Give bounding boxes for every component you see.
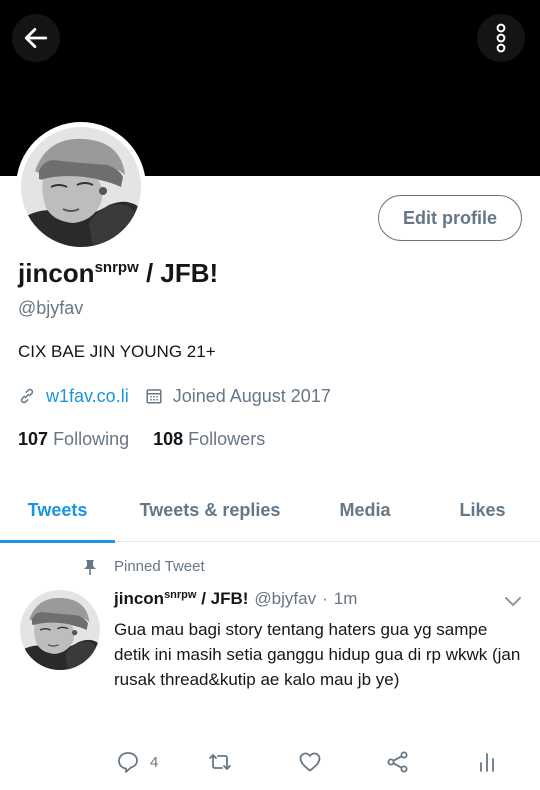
edit-profile-button[interactable]: Edit profile bbox=[378, 195, 522, 241]
analytics-icon bbox=[476, 750, 498, 774]
display-name-rest: / JFB! bbox=[138, 258, 219, 288]
share-button[interactable] bbox=[386, 746, 410, 778]
retweet-button[interactable] bbox=[206, 746, 234, 778]
reply-count: 4 bbox=[150, 753, 159, 771]
joined-date: Joined August 2017 bbox=[172, 385, 331, 406]
followers-count: 108 bbox=[153, 429, 184, 449]
like-button[interactable] bbox=[298, 746, 322, 778]
display-name-main: jincon bbox=[18, 258, 95, 288]
following-stat[interactable]: 107 Following bbox=[18, 429, 129, 450]
profile-meta: w1fav.co.li Joined August 2017 bbox=[18, 383, 331, 409]
user-bio: CIX BAE JIN YOUNG 21+ bbox=[18, 342, 216, 361]
tweet-author-rest: / JFB! bbox=[196, 589, 249, 608]
tweet-time[interactable]: 1m bbox=[334, 589, 358, 609]
tweet-menu-button[interactable] bbox=[502, 592, 524, 612]
followers-stat[interactable]: 108 Followers bbox=[153, 429, 265, 450]
tweet-author-superscript: snrpw bbox=[164, 589, 197, 601]
tab-tweets-replies[interactable]: Tweets & replies bbox=[115, 478, 305, 542]
tab-media[interactable]: Media bbox=[305, 478, 425, 542]
tweet-text: Gua mau bagi story tentang haters gua yg… bbox=[114, 620, 521, 689]
tweet-separator: · bbox=[322, 589, 328, 608]
calendar-icon bbox=[145, 387, 163, 405]
tweet-header: jinconsnrpw / JFB! @bjyfav · 1m bbox=[114, 589, 357, 609]
following-label: Following bbox=[53, 429, 130, 449]
tweet-author-name[interactable]: jinconsnrpw / JFB! bbox=[114, 589, 248, 609]
share-icon bbox=[386, 750, 410, 774]
arrow-left-icon bbox=[23, 25, 49, 51]
pinned-label: Pinned Tweet bbox=[114, 558, 205, 575]
link-icon bbox=[18, 387, 36, 405]
display-name: jinconsnrpw / JFB! bbox=[18, 258, 218, 289]
tweet-author-main: jincon bbox=[114, 589, 165, 608]
follow-stats: 107 Following 108 Followers bbox=[18, 429, 289, 450]
heart-icon bbox=[298, 750, 322, 774]
retweet-icon bbox=[206, 750, 234, 774]
website-link[interactable]: w1fav.co.li bbox=[46, 386, 129, 407]
profile-tabs: Tweets Tweets & replies Media Likes bbox=[0, 478, 540, 543]
vertical-dots-icon bbox=[495, 23, 507, 53]
analytics-button[interactable] bbox=[476, 746, 498, 778]
display-name-superscript: snrpw bbox=[94, 259, 139, 276]
tab-tweets[interactable]: Tweets bbox=[0, 478, 115, 543]
back-button[interactable] bbox=[12, 14, 60, 62]
tab-likes[interactable]: Likes bbox=[425, 478, 540, 542]
following-count: 107 bbox=[18, 429, 49, 449]
pin-icon bbox=[82, 559, 98, 575]
pinned-indicator: Pinned Tweet bbox=[82, 558, 205, 575]
tweet-actions: 4 bbox=[110, 746, 530, 778]
user-handle: @bjyfav bbox=[18, 298, 84, 318]
avatar-image bbox=[21, 127, 141, 247]
followers-label: Followers bbox=[188, 429, 266, 449]
profile-avatar[interactable] bbox=[16, 122, 146, 252]
tweet-avatar[interactable] bbox=[20, 590, 100, 670]
reply-icon bbox=[116, 750, 140, 774]
more-options-button[interactable] bbox=[477, 14, 525, 62]
reply-button[interactable]: 4 bbox=[116, 746, 158, 778]
chevron-down-icon bbox=[505, 597, 521, 607]
tweet-author-handle[interactable]: @bjyfav bbox=[254, 589, 316, 609]
